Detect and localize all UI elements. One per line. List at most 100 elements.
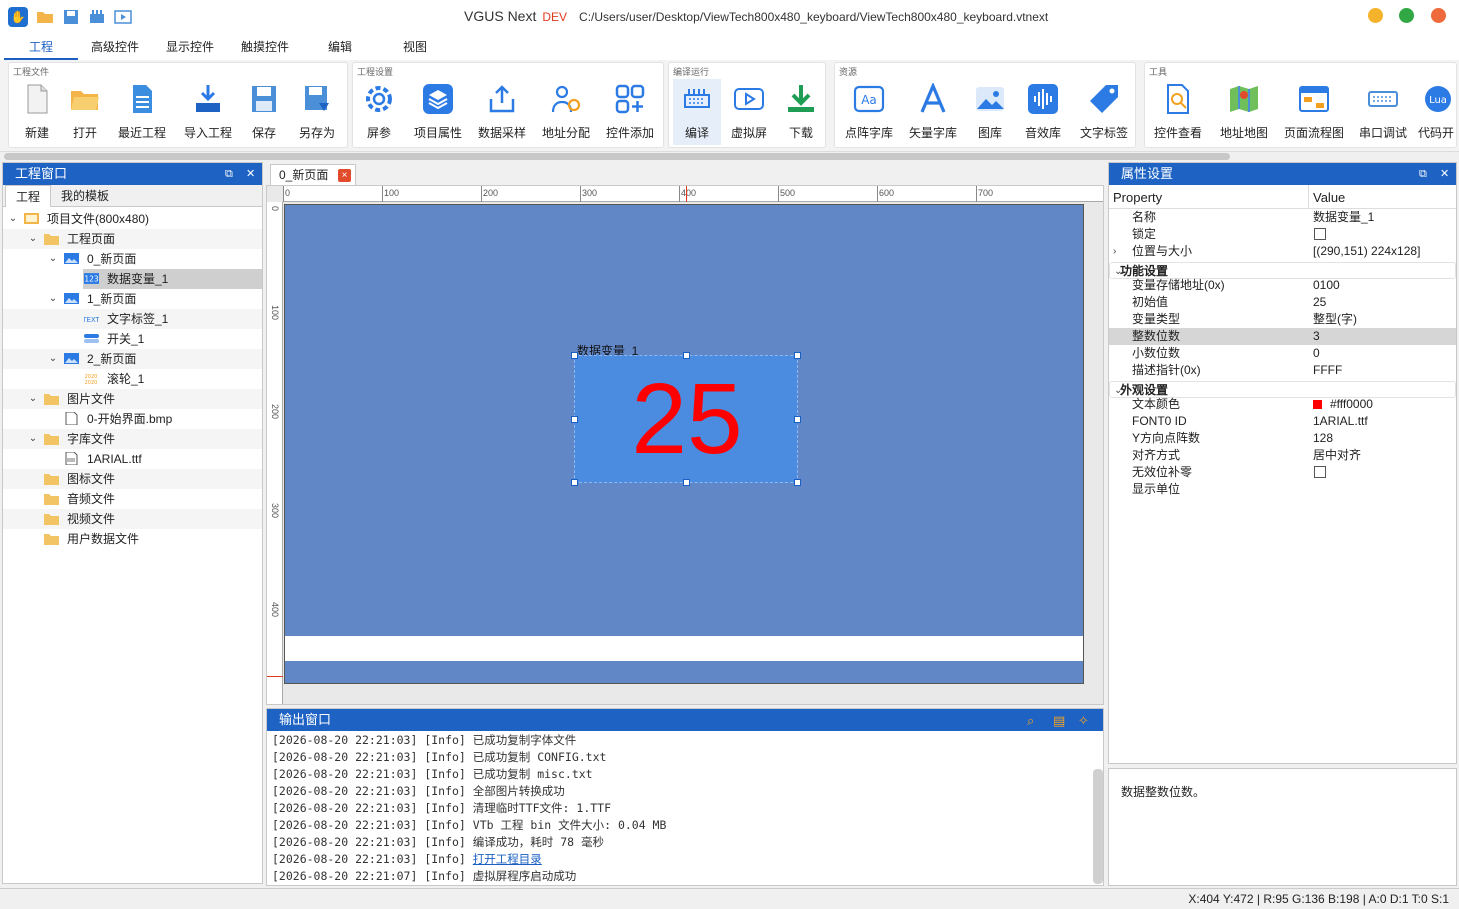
download-button[interactable]: 下载: [777, 79, 825, 145]
property-row[interactable]: 小数位数 0: [1109, 345, 1456, 362]
property-value[interactable]: 0: [1313, 345, 1320, 362]
property-row[interactable]: 无效位补零: [1109, 464, 1456, 481]
close-tab-icon[interactable]: ×: [338, 169, 351, 182]
resize-handle[interactable]: [794, 416, 801, 423]
property-row[interactable]: 变量类型 整型(字): [1109, 311, 1456, 328]
property-row[interactable]: 显示单位: [1109, 481, 1456, 498]
recent-projects-button[interactable]: 最近工程: [111, 79, 173, 145]
tree-item[interactable]: ⌄ 字库文件: [3, 429, 262, 449]
tree-item[interactable]: 2020 2020 滚轮_1: [3, 369, 262, 389]
property-row[interactable]: 描述指针(0x) FFFF: [1109, 362, 1456, 379]
tree-item[interactable]: 音频文件: [3, 489, 262, 509]
sound-library-button[interactable]: 音效库: [1017, 79, 1069, 145]
maximize-button[interactable]: [1399, 8, 1414, 23]
save-icon[interactable]: [62, 8, 80, 26]
pin-icon[interactable]: ⧉: [1419, 163, 1427, 185]
property-value[interactable]: 25: [1313, 294, 1326, 311]
address-assign-button[interactable]: 地址分配: [535, 79, 597, 145]
compile-button[interactable]: 编译: [673, 79, 721, 145]
bitmap-font-button[interactable]: Aa 点阵字库: [837, 79, 901, 145]
property-value[interactable]: 居中对齐: [1313, 447, 1361, 464]
address-map-button[interactable]: 地址地图: [1213, 79, 1275, 145]
chevron-right-icon[interactable]: ›: [1113, 243, 1116, 260]
property-row[interactable]: 锁定: [1109, 226, 1456, 243]
menu-tab-project[interactable]: 工程: [29, 38, 53, 55]
property-row[interactable]: FONT0 ID 1ARIAL.ttf: [1109, 413, 1456, 430]
property-row[interactable]: 变量存储地址(0x) 0100: [1109, 277, 1456, 294]
document-icon[interactable]: ▤: [1053, 710, 1065, 732]
import-project-button[interactable]: 导入工程: [177, 79, 239, 145]
tree-item[interactable]: ⌄ 0_新页面: [3, 249, 262, 269]
open-button[interactable]: 打开: [61, 79, 109, 145]
tree-item[interactable]: ⌄ 1_新页面: [3, 289, 262, 309]
data-sampling-button[interactable]: 数据采样: [471, 79, 533, 145]
property-checkbox[interactable]: [1314, 466, 1326, 478]
resize-handle[interactable]: [571, 352, 578, 359]
image-library-button[interactable]: 图库: [965, 79, 1015, 145]
save-as-button[interactable]: 另存为: [291, 79, 343, 145]
menu-tab-touch[interactable]: 触摸控件: [241, 38, 289, 55]
minimize-button[interactable]: [1368, 8, 1383, 23]
menu-tab-edit[interactable]: 编辑: [328, 38, 352, 55]
close-icon[interactable]: ✕: [1440, 163, 1449, 185]
property-row[interactable]: 初始值 25: [1109, 294, 1456, 311]
widget-view-button[interactable]: 控件查看: [1147, 79, 1209, 145]
property-value[interactable]: #fff0000: [1313, 396, 1373, 413]
resize-handle[interactable]: [794, 479, 801, 486]
tree-item[interactable]: 图标文件: [3, 469, 262, 489]
tab-project[interactable]: 工程: [5, 185, 52, 207]
app-logo-icon[interactable]: ✋: [8, 7, 28, 27]
open-folder-icon[interactable]: [36, 8, 54, 26]
resize-handle[interactable]: [683, 479, 690, 486]
property-value[interactable]: 数据变量_1: [1313, 209, 1374, 226]
close-button[interactable]: [1431, 8, 1446, 23]
property-row[interactable]: 整数位数 3: [1109, 328, 1456, 345]
tree-item[interactable]: 123 数据变量_1: [83, 269, 262, 289]
new-button[interactable]: 新建: [13, 79, 61, 145]
simulator-icon[interactable]: [114, 8, 132, 26]
property-value[interactable]: FFFF: [1313, 362, 1342, 379]
vector-font-button[interactable]: 矢量字库: [903, 79, 963, 145]
menu-tab-view[interactable]: 视图: [403, 38, 427, 55]
resize-handle[interactable]: [683, 352, 690, 359]
design-canvas[interactable]: 0 100 200 300 400 500 600 700 0 100 200 300 400 数据变…: [266, 185, 1104, 705]
code-open-button[interactable]: Lua 代码开: [1415, 79, 1457, 145]
property-row[interactable]: Y方向点阵数 128: [1109, 430, 1456, 447]
pin-icon[interactable]: ⧉: [225, 163, 233, 185]
serial-debug-button[interactable]: 串口调试: [1353, 79, 1413, 145]
compile-icon[interactable]: [88, 8, 106, 26]
close-icon[interactable]: ✕: [246, 163, 255, 185]
property-row[interactable]: 名称 数据变量_1: [1109, 209, 1456, 226]
resize-handle[interactable]: [794, 352, 801, 359]
clear-broom-icon[interactable]: ✧: [1078, 710, 1089, 732]
tab-page-0[interactable]: 0_新页面 ×: [270, 164, 356, 185]
chevron-down-icon[interactable]: ⌄: [27, 229, 39, 249]
property-value[interactable]: 128: [1313, 430, 1333, 447]
tree-item[interactable]: 1ARIAL.ttf: [3, 449, 262, 469]
chevron-down-icon[interactable]: ⌄: [47, 249, 59, 269]
resize-handle[interactable]: [571, 416, 578, 423]
page-flow-button[interactable]: 页面流程图: [1277, 79, 1351, 145]
property-row[interactable]: › 位置与大小 [(290,151) 224x128]: [1109, 243, 1456, 260]
resize-handle[interactable]: [571, 479, 578, 486]
tree-item[interactable]: 开关_1: [3, 329, 262, 349]
property-row[interactable]: 对齐方式 居中对齐: [1109, 447, 1456, 464]
open-project-dir-link[interactable]: 打开工程目录: [473, 852, 542, 866]
tree-item[interactable]: 视频文件: [3, 509, 262, 529]
tree-item[interactable]: 0-开始界面.bmp: [3, 409, 262, 429]
save-button[interactable]: 保存: [241, 79, 287, 145]
chevron-down-icon[interactable]: ⌄: [27, 389, 39, 409]
property-row[interactable]: 文本颜色 #fff0000: [1109, 396, 1456, 413]
project-properties-button[interactable]: 项目属性: [407, 79, 469, 145]
tab-my-templates[interactable]: 我的模板: [51, 185, 119, 207]
tree-item[interactable]: ⌄ 项目文件(800x480): [3, 209, 262, 229]
property-checkbox[interactable]: [1314, 228, 1326, 240]
chevron-down-icon[interactable]: ⌄: [47, 349, 59, 369]
widget-add-button[interactable]: 控件添加: [599, 79, 661, 145]
tree-item[interactable]: 用户数据文件: [3, 529, 262, 549]
virtual-screen-button[interactable]: 虚拟屏: [725, 79, 773, 145]
tree-item[interactable]: ⌄ 2_新页面: [3, 349, 262, 369]
tree-item[interactable]: TEXT 文字标签_1: [3, 309, 262, 329]
ribbon-scrollbar[interactable]: [4, 153, 1230, 160]
property-value[interactable]: 1ARIAL.ttf: [1313, 413, 1368, 430]
